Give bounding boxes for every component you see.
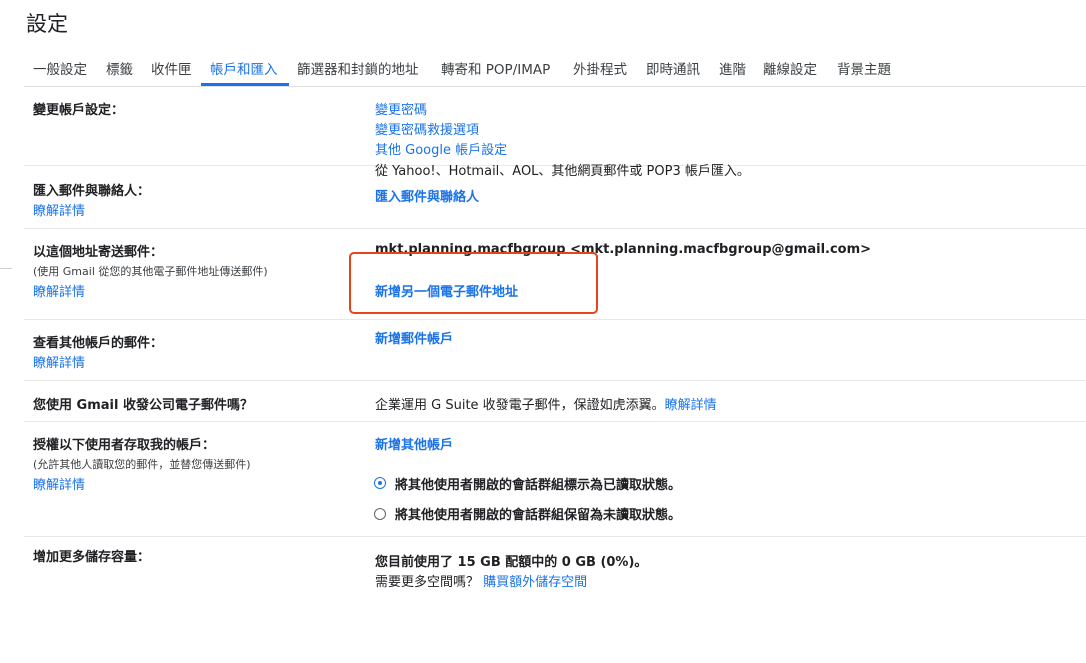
tab-offline[interactable]: 離線設定 [763,58,817,78]
section-label: 授權以下使用者存取我的帳戶： [33,438,216,453]
tab-forwarding[interactable]: 轉寄和 POP/IMAP [441,58,550,78]
change-password-link[interactable]: 變更密碼 [375,99,427,118]
section-grant-access: 授權以下使用者存取我的帳戶： (允許其他人讀取您的郵件，並替您傳送郵件) 瞭解詳… [24,422,1086,537]
storage-question: 需要更多空間嗎？ [375,575,480,590]
leave-unread-label: 將其他使用者開啟的會話群組保留為未讀取狀態。 [395,508,682,523]
active-tab-indicator [201,83,289,86]
section-work-email: 您使用 Gmail 收發公司電子郵件嗎？ 企業運用 G Suite 收發電子郵件… [24,381,1086,422]
tab-themes[interactable]: 背景主題 [837,58,891,78]
mark-read-label: 將其他使用者開啟的會話群組標示為已讀取狀態。 [395,478,682,493]
learn-more-link[interactable]: 瞭解詳情 [665,398,717,413]
section-label: 增加更多儲存容量： [33,550,151,565]
section-label: 以這個地址寄送郵件： [33,245,164,260]
add-another-account-link[interactable]: 新增其他帳戶 [375,434,453,453]
section-change-account: 變更帳戶設定： 變更密碼 變更密碼救援選項 其他 Google 帳戶設定 [24,87,1086,166]
leave-unread-radio[interactable] [374,508,386,520]
section-label: 您使用 Gmail 收發公司電子郵件嗎？ [33,398,253,413]
page-title: 設定 [26,12,68,36]
tab-filters[interactable]: 篩選器和封鎖的地址 [297,58,419,78]
storage-usage: 您目前使用了 15 GB 配額中的 0 GB (0%)。 [375,555,648,570]
tab-general[interactable]: 一般設定 [33,58,87,78]
google-account-settings-link[interactable]: 其他 Google 帳戶設定 [375,139,507,158]
section-label: 匯入郵件與聯絡人： [33,184,151,199]
section-label: 變更帳戶設定： [33,103,125,118]
section-import: 從 Yahoo!、Hotmail、AOL、其他網頁郵件或 POP3 帳戶匯入。 … [24,164,1086,229]
highlight-box [349,252,598,314]
edge-divider [0,268,12,269]
learn-more-link[interactable]: 瞭解詳情 [33,352,85,371]
learn-more-link[interactable]: 瞭解詳情 [33,281,85,300]
gsuite-promo-text: 企業運用 G Suite 收發電子郵件，保證如虎添翼。 [375,398,665,413]
learn-more-link[interactable]: 瞭解詳情 [33,474,85,493]
mark-read-radio[interactable] [374,477,386,489]
import-description: 從 Yahoo!、Hotmail、AOL、其他網頁郵件或 POP3 帳戶匯入。 [375,164,750,179]
storage-upsell: 需要更多空間嗎？ 購買額外儲存空間 [375,571,587,590]
learn-more-link[interactable]: 瞭解詳情 [33,200,85,219]
section-storage: 增加更多儲存容量： 您目前使用了 15 GB 配額中的 0 GB (0%)。 需… [24,537,1086,607]
tab-accounts-import[interactable]: 帳戶和匯入 [210,58,278,78]
settings-tabs: 一般設定 標籤 收件匣 帳戶和匯入 篩選器和封鎖的地址 轉寄和 POP/IMAP… [24,46,1086,87]
tab-inbox[interactable]: 收件匣 [151,58,192,78]
section-sublabel: (使用 Gmail 從您的其他電子郵件地址傳送郵件) [33,265,268,278]
section-sublabel: (允許其他人讀取您的郵件，並替您傳送郵件) [33,458,251,471]
buy-storage-link[interactable]: 購買額外儲存空間 [483,575,587,590]
tab-addons[interactable]: 外掛程式 [573,58,627,78]
add-mail-account-link[interactable]: 新增郵件帳戶 [375,328,453,347]
section-label: 查看其他帳戶的郵件： [33,336,164,351]
gsuite-promo: 企業運用 G Suite 收發電子郵件，保證如虎添翼。瞭解詳情 [375,394,717,413]
tab-chat[interactable]: 即時通訊 [646,58,700,78]
tab-labels[interactable]: 標籤 [106,58,133,78]
import-mail-contacts-link[interactable]: 匯入郵件與聯絡人 [375,186,479,205]
section-check-mail: 查看其他帳戶的郵件： 瞭解詳情 新增郵件帳戶 [24,320,1086,381]
change-recovery-link[interactable]: 變更密碼救援選項 [375,119,479,138]
tab-advanced[interactable]: 進階 [719,58,746,78]
